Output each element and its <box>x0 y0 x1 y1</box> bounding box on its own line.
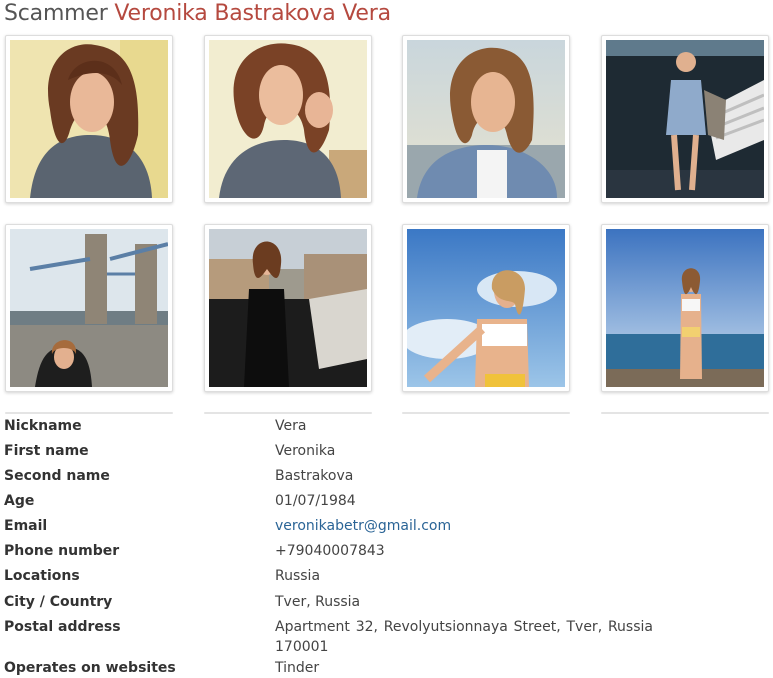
detail-value: 01/07/1984 <box>275 493 356 509</box>
detail-value: Bastrakova <box>275 468 354 484</box>
title-scammer-name: Veronika Bastrakova Vera <box>114 1 391 26</box>
email-link[interactable]: veronikabetr@gmail.com <box>275 516 653 536</box>
detail-value: Apartment 32, Revolyutsionnaya Street, T… <box>275 619 653 655</box>
photo-woman-selfie-sweater <box>10 40 168 198</box>
detail-value: Veronika <box>275 443 336 459</box>
photo-woman-denim-jacket <box>407 40 565 198</box>
detail-value: Russia <box>275 568 321 584</box>
detail-label: First name <box>4 443 89 459</box>
photo-gallery: Scammer Veronika Bastrakova Vera <box>0 0 773 420</box>
detail-label: Age <box>4 493 35 509</box>
page-title: Scammer Veronika Bastrakova Vera <box>4 0 391 28</box>
photo-thumbnail-2[interactable] <box>204 35 372 203</box>
detail-label: Postal address <box>4 619 121 635</box>
detail-value: Tinder <box>275 660 320 676</box>
detail-value: Vera <box>275 418 307 434</box>
detail-label: Operates on websites <box>4 660 176 676</box>
detail-label: City / Country <box>4 594 113 610</box>
detail-label: Nickname <box>4 418 82 434</box>
photo-woman-black-dress <box>209 229 367 387</box>
photo-thumbnail-8[interactable] <box>601 224 769 392</box>
detail-value: Tver, Russia <box>275 594 361 610</box>
photo-woman-selfie-hand <box>209 40 367 198</box>
photo-woman-beach <box>606 229 764 387</box>
divider <box>601 412 769 414</box>
photo-thumbnail-4[interactable] <box>601 35 769 203</box>
divider <box>204 412 372 414</box>
detail-label: Second name <box>4 468 110 484</box>
photo-thumbnail-6[interactable] <box>204 224 372 392</box>
photo-thumbnail-7[interactable] <box>402 224 570 392</box>
photo-tower-bridge <box>10 229 168 387</box>
photo-thumbnail-3[interactable] <box>402 35 570 203</box>
title-prefix: Scammer <box>4 1 108 26</box>
divider <box>402 412 570 414</box>
detail-value: +79040007843 <box>275 543 385 559</box>
divider <box>5 412 173 414</box>
photo-thumbnail-1[interactable] <box>5 35 173 203</box>
detail-label: Locations <box>4 568 80 584</box>
photo-woman-stairs <box>606 40 764 198</box>
photo-thumbnail-5[interactable] <box>5 224 173 392</box>
detail-label: Email <box>4 518 48 534</box>
detail-label: Phone number <box>4 543 120 559</box>
photo-woman-sky-bikini <box>407 229 565 387</box>
